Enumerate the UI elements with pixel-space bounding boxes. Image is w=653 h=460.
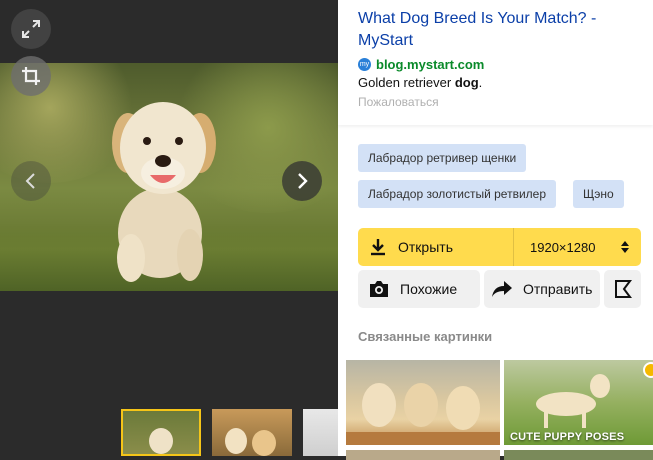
tag-puppy[interactable]: Щэно bbox=[573, 180, 624, 208]
crop-button[interactable] bbox=[11, 56, 51, 96]
chevron-right-icon bbox=[298, 173, 308, 189]
thumbnail-puppies-image bbox=[225, 428, 276, 456]
open-button[interactable]: Открыть 1920×1280 bbox=[358, 228, 641, 266]
download-icon bbox=[371, 239, 385, 256]
thumbnail-puppy-image bbox=[149, 428, 173, 454]
thumbnail-strip bbox=[0, 409, 338, 456]
thumbnail-item[interactable] bbox=[303, 409, 338, 456]
result-snippet: Golden retriever dog. bbox=[358, 75, 483, 90]
image-viewer bbox=[0, 0, 338, 456]
related-image[interactable]: CUTE PUPPY POSES bbox=[504, 360, 653, 445]
complain-link[interactable]: Пожаловаться bbox=[358, 95, 633, 109]
source-card: What Dog Breed Is Your Match? - MyStart … bbox=[338, 0, 653, 125]
expand-arrows-icon bbox=[22, 20, 40, 38]
share-label: Отправить bbox=[523, 281, 593, 297]
collection-button[interactable] bbox=[604, 270, 641, 308]
open-label: Открыть bbox=[398, 239, 453, 255]
result-title-link[interactable]: What Dog Breed Is Your Match? - MyStart bbox=[358, 8, 633, 52]
crop-icon bbox=[22, 67, 40, 85]
related-images-title: Связанные картинки bbox=[358, 329, 493, 344]
tag-labrador-golden[interactable]: Лабрадор золотистый ретвилер bbox=[358, 180, 557, 208]
sort-arrows-icon bbox=[621, 241, 629, 253]
similar-label: Похожие bbox=[400, 281, 458, 297]
source-row: my blog.mystart.com bbox=[358, 57, 633, 72]
share-button[interactable]: Отправить bbox=[484, 270, 600, 308]
share-arrow-icon bbox=[492, 281, 512, 297]
tag-labrador-puppies[interactable]: Лабрадор ретривер щенки bbox=[358, 144, 527, 172]
details-panel: What Dog Breed Is Your Match? - MyStart … bbox=[338, 0, 653, 460]
thumbnail-item[interactable] bbox=[212, 409, 292, 456]
source-domain-link[interactable]: blog.mystart.com bbox=[376, 57, 484, 72]
fullscreen-button[interactable] bbox=[11, 9, 51, 49]
related-puppies-image bbox=[346, 383, 500, 445]
similar-images-button[interactable]: Похожие bbox=[358, 270, 480, 308]
related-image[interactable] bbox=[346, 360, 500, 445]
previous-image-button[interactable] bbox=[11, 161, 51, 201]
related-image-caption: CUTE PUPPY POSES bbox=[510, 431, 625, 443]
notification-badge bbox=[643, 362, 653, 378]
image-size-select[interactable]: 1920×1280 bbox=[514, 240, 641, 255]
site-favicon-icon: my bbox=[358, 58, 371, 71]
thumbnail-selected[interactable] bbox=[121, 409, 201, 456]
related-image[interactable] bbox=[346, 450, 500, 460]
next-image-button[interactable] bbox=[282, 161, 322, 201]
camera-icon bbox=[370, 281, 388, 297]
open-main[interactable]: Открыть bbox=[358, 228, 514, 266]
image-size-value: 1920×1280 bbox=[530, 239, 596, 255]
related-image[interactable] bbox=[504, 450, 653, 460]
chevron-left-icon bbox=[25, 173, 35, 189]
bookmark-corner-icon bbox=[614, 280, 632, 298]
